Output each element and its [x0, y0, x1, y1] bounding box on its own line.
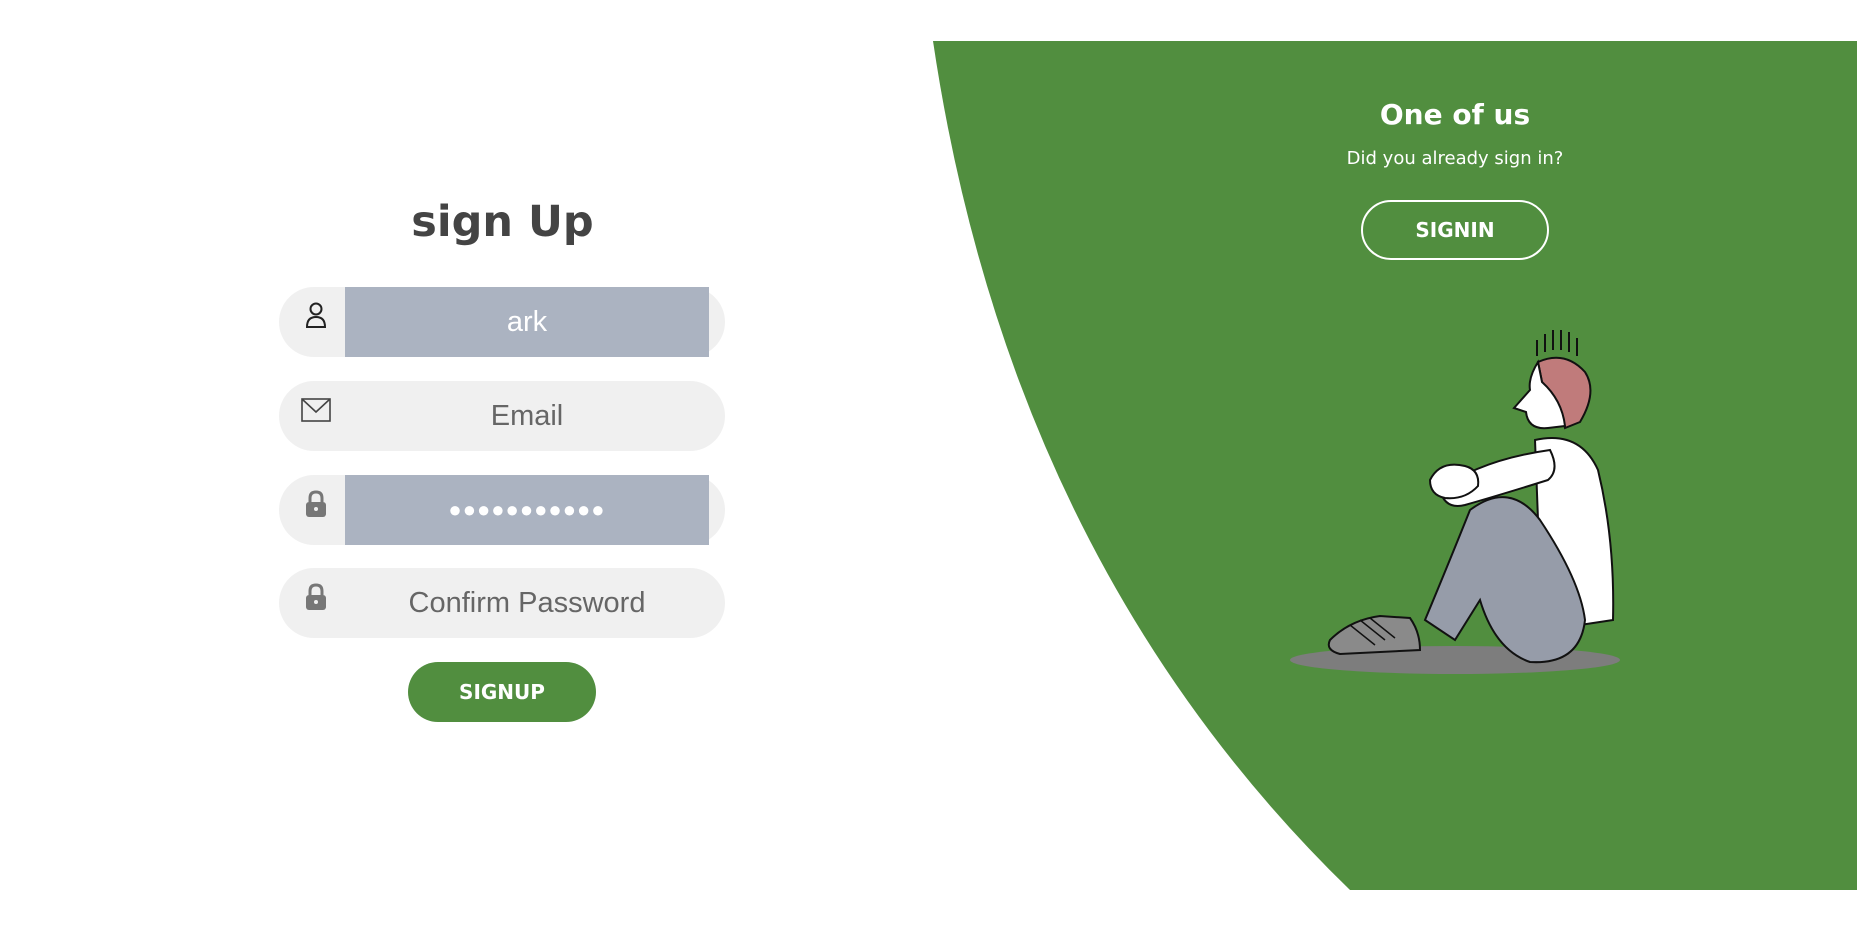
- confirm-password-input[interactable]: [345, 568, 709, 638]
- password-input[interactable]: [345, 475, 709, 545]
- email-field: [279, 381, 725, 451]
- lock-icon: [301, 582, 331, 612]
- page-title: sign Up: [411, 197, 594, 247]
- confirm-password-field: [279, 568, 725, 638]
- panel-subtitle: Did you already sign in?: [1346, 148, 1564, 169]
- envelope-icon: [301, 395, 331, 425]
- signup-page: sign Up ark Email ●●●●●●●●●●● SIGNUP One…: [0, 0, 1857, 935]
- username-input[interactable]: [345, 287, 709, 357]
- panel-title: One of us: [1379, 98, 1531, 131]
- username-field: [279, 287, 725, 357]
- lock-icon: [301, 489, 331, 519]
- user-icon: [301, 301, 331, 331]
- password-field: [279, 475, 725, 545]
- email-input[interactable]: [345, 381, 709, 451]
- person-sitting-illustration: [1290, 330, 1620, 674]
- signup-button[interactable]: SIGNUP: [408, 662, 596, 722]
- signin-button[interactable]: SIGNIN: [1361, 200, 1549, 260]
